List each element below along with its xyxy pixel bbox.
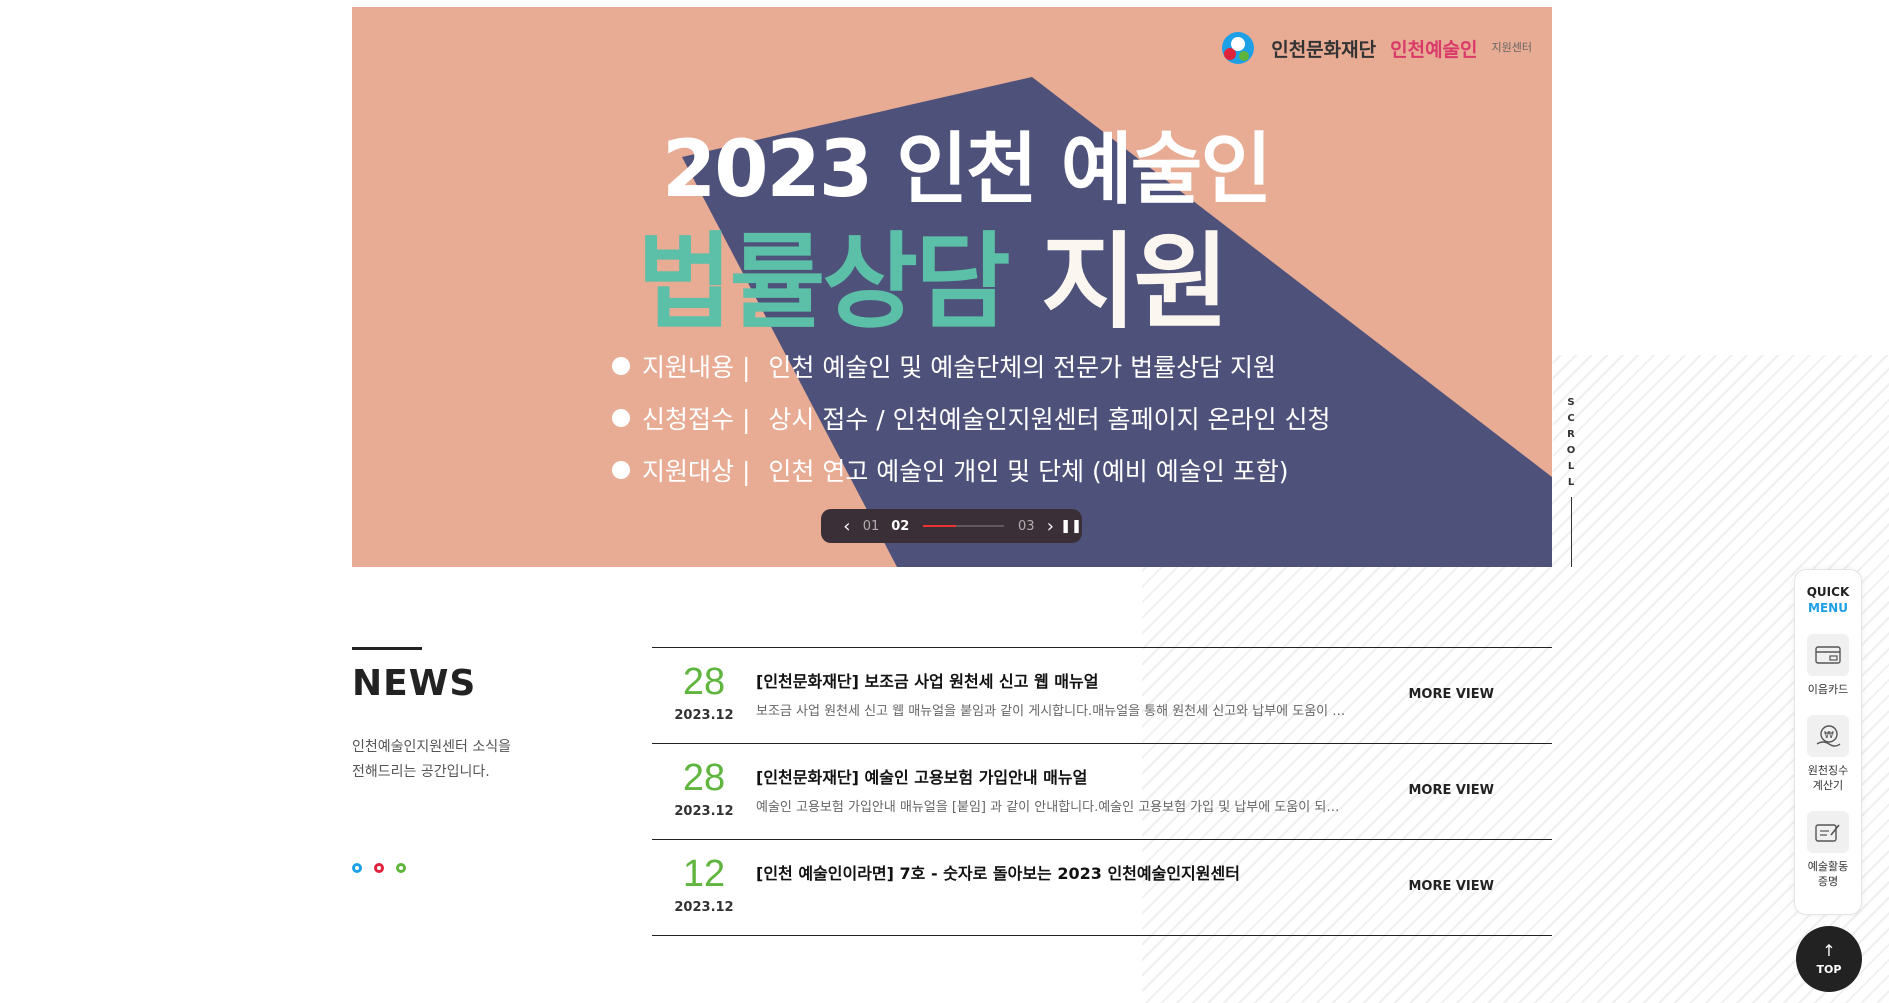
slide-number-prev[interactable]: 01: [863, 519, 880, 534]
scroll-indicator-line: [1570, 497, 1572, 567]
scroll-indicator-letter: L: [1567, 461, 1575, 472]
quick-menu-title-top: QUICK: [1806, 585, 1850, 599]
scroll-indicator: SCROLL: [1565, 395, 1577, 567]
foundation-logo-icon: [1219, 29, 1257, 67]
news-title-bar: [352, 647, 422, 650]
news-day: 28: [682, 757, 726, 799]
scroll-indicator-letter: L: [1567, 477, 1575, 488]
banner-info-text: 인천 예술인 및 예술단체의 전문가 법률상담 지원: [768, 353, 1277, 382]
more-view-link[interactable]: MORE VIEW: [1408, 783, 1494, 798]
slide-number-current[interactable]: 02: [891, 519, 909, 534]
scroll-indicator-letter: R: [1567, 429, 1575, 440]
news-list-item[interactable]: 28 2023.12 [인천문화재단] 예술인 고용보험 가입안내 매뉴얼 예술…: [652, 744, 1552, 840]
news-description-line: 인천예술인지원센터 소식을: [352, 739, 512, 755]
news-description: 인천예술인지원센터 소식을 전해드리는 공간입니다.: [352, 735, 572, 785]
slider-controls: ‹ 01 02 03 › ❚❚: [821, 509, 1082, 543]
banner-title-line2: 법률상담 지원: [637, 197, 1229, 348]
more-view-link[interactable]: MORE VIEW: [1408, 687, 1494, 702]
scroll-indicator-letter: O: [1566, 445, 1576, 456]
news-list-item[interactable]: 28 2023.12 [인천문화재단] 보조금 사업 원천세 신고 웹 매뉴얼 …: [652, 648, 1552, 744]
news-day: 28: [682, 661, 726, 703]
arrow-up-icon: ↑: [1822, 940, 1836, 960]
calculator-icon: ₩: [1807, 715, 1849, 757]
quick-menu-title-bottom: MENU: [1808, 601, 1848, 615]
news-title-link[interactable]: [인천문화재단] 예술인 고용보험 가입안내 매뉴얼: [756, 764, 1087, 788]
banner-info-label: 지원대상 |: [642, 457, 751, 486]
center-logo-text: 인천예술인: [1390, 38, 1478, 61]
slide-progress-fill: [923, 525, 956, 527]
dot-green-icon: [396, 863, 406, 873]
slide-number-next[interactable]: 03: [1018, 519, 1035, 534]
scroll-indicator-letter: C: [1567, 413, 1575, 424]
news-day: 12: [682, 853, 726, 895]
bullet-icon: [612, 409, 630, 427]
quick-menu-title: QUICK MENU: [1807, 584, 1850, 616]
banner-info-label: 신청접수 |: [642, 405, 751, 434]
quick-menu-label-line: 원천징수: [1807, 764, 1849, 777]
scroll-top-label: TOP: [1816, 962, 1842, 976]
banner-info-label: 지원내용 |: [642, 353, 751, 382]
main-banner[interactable]: 인천문화재단 인천예술인 지원센터 2023 인천 예술인 법률상담 지원 지원…: [352, 7, 1552, 567]
banner-logos: 인천문화재단 인천예술인 지원센터: [1219, 29, 1532, 67]
pause-icon[interactable]: ❚❚: [1060, 519, 1082, 534]
news-summary: 예술인 고용보험 가입안내 매뉴얼을 [붙임] 과 같이 안내합니다.예술인 고…: [756, 800, 1340, 815]
banner-info-text: 인천 연고 예술인 개인 및 단체 (예비 예술인 포함): [768, 457, 1289, 486]
chevron-left-icon[interactable]: ‹: [837, 516, 857, 537]
news-description-line: 전해드리는 공간입니다.: [352, 764, 490, 780]
quick-menu-label: 이음카드: [1807, 683, 1849, 696]
scroll-indicator-letter: S: [1567, 397, 1575, 408]
news-dots: [352, 863, 406, 873]
quick-menu-label: 원천징수 계산기: [1808, 763, 1848, 793]
card-icon: [1807, 634, 1849, 676]
dot-red-icon: [374, 863, 384, 873]
bullet-icon: [612, 461, 630, 479]
quick-menu-item-calculator[interactable]: ₩ 원천징수 계산기: [1807, 715, 1849, 793]
quick-menu-label: 예술활동 증명: [1808, 859, 1848, 889]
center-logo-subtext: 지원센터: [1491, 41, 1532, 54]
chevron-right-icon[interactable]: ›: [1041, 516, 1061, 537]
slide-progress-track: [923, 525, 1004, 527]
news-date: 2023.12: [674, 804, 734, 819]
quick-menu-label-line: 계산기: [1812, 779, 1844, 792]
news-date: 2023.12: [674, 900, 734, 915]
news-list: 28 2023.12 [인천문화재단] 보조금 사업 원천세 신고 웹 매뉴얼 …: [652, 647, 1552, 936]
dot-blue-icon: [352, 863, 362, 873]
news-title-link[interactable]: [인천 예술인이라면] 7호 - 숫자로 돌아보는 2023 인천예술인지원센터: [756, 860, 1240, 884]
quick-menu: QUICK MENU 이음카드 ₩ 원천징수 계산기 예술활동 증명: [1794, 569, 1862, 915]
banner-info-text: 상시 접수 / 인천예술인지원센터 홈페이지 온라인 신청: [768, 405, 1331, 434]
banner-info-item: 지원대상 | 인천 연고 예술인 개인 및 단체 (예비 예술인 포함): [612, 444, 1330, 496]
news-date: 2023.12: [674, 708, 734, 723]
quick-menu-label-line: 증명: [1817, 875, 1839, 888]
foundation-logo-text: 인천문화재단: [1271, 38, 1377, 61]
quick-menu-label-line: 예술활동: [1807, 860, 1849, 873]
bullet-icon: [612, 357, 630, 375]
scroll-indicator-text: SCROLL: [1565, 395, 1577, 491]
quick-menu-item-card[interactable]: 이음카드: [1807, 634, 1849, 697]
banner-info-item: 신청접수 | 상시 접수 / 인천예술인지원센터 홈페이지 온라인 신청: [612, 392, 1330, 444]
banner-info-list: 지원내용 | 인천 예술인 및 예술단체의 전문가 법률상담 지원 신청접수 |…: [612, 340, 1330, 496]
svg-text:₩: ₩: [1824, 730, 1834, 741]
certificate-icon: [1807, 811, 1849, 853]
news-summary: 보조금 사업 원천세 신고 웹 매뉴얼을 붙임과 같이 게시합니다.매뉴얼을 통…: [756, 704, 1346, 719]
more-view-link[interactable]: MORE VIEW: [1408, 879, 1494, 894]
banner-title-highlight: 법률상담: [637, 221, 1011, 343]
scroll-top-button[interactable]: ↑ TOP: [1796, 926, 1862, 992]
news-heading: NEWS: [352, 663, 477, 704]
quick-menu-item-certificate[interactable]: 예술활동 증명: [1807, 811, 1849, 889]
banner-title-rest: 지원: [1040, 221, 1229, 343]
news-title-link[interactable]: [인천문화재단] 보조금 사업 원천세 신고 웹 매뉴얼: [756, 668, 1098, 692]
banner-info-item: 지원내용 | 인천 예술인 및 예술단체의 전문가 법률상담 지원: [612, 340, 1330, 392]
news-list-item[interactable]: 12 2023.12 [인천 예술인이라면] 7호 - 숫자로 돌아보는 202…: [652, 840, 1552, 936]
